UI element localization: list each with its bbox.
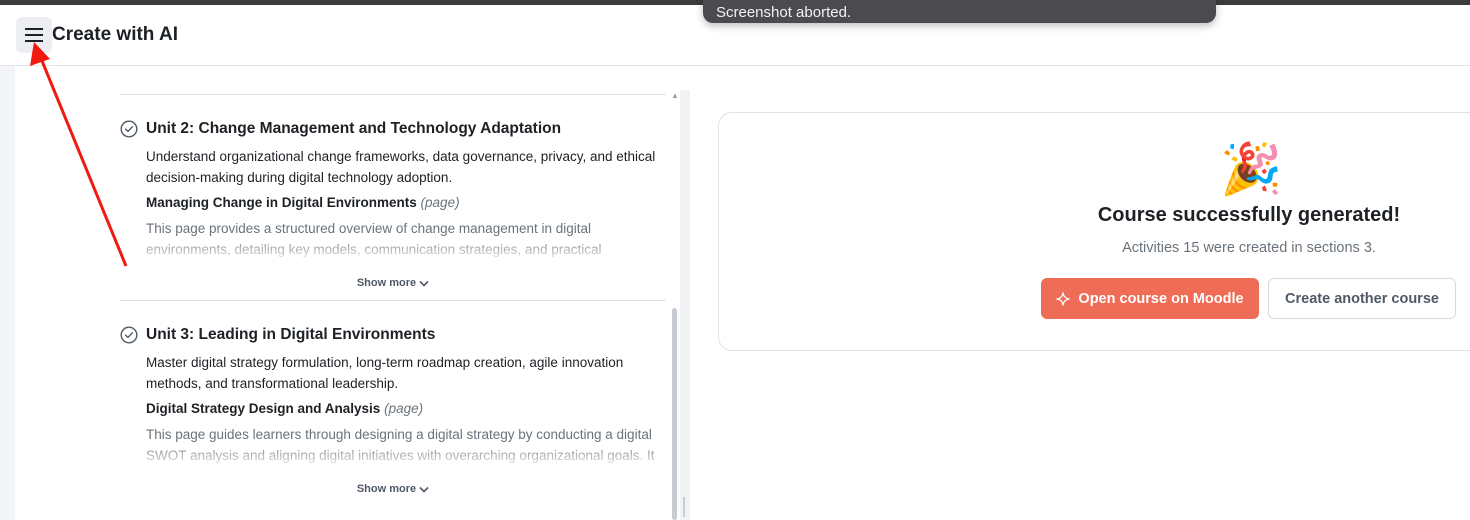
open-course-button[interactable]: Open course on Moodle — [1041, 278, 1259, 319]
sparkle-icon — [1056, 291, 1071, 306]
activity-type: (page) — [384, 401, 424, 416]
menu-toggle-button[interactable] — [16, 17, 52, 53]
section-divider — [120, 94, 666, 95]
panel-scrollbar-track[interactable] — [680, 90, 690, 520]
activity-heading: Managing Change in Digital Environments … — [146, 193, 666, 213]
unit-section: Unit 2: Change Management and Technology… — [120, 119, 666, 260]
unit-title: Unit 2: Change Management and Technology… — [146, 120, 562, 137]
unit-section: Unit 3: Leading in Digital Environments … — [120, 325, 666, 466]
activity-name: Managing Change in Digital Environments — [146, 195, 417, 210]
page-title: Create with AI — [52, 24, 178, 45]
open-course-label: Open course on Moodle — [1078, 290, 1244, 307]
scroll-up-icon[interactable]: ▲ — [671, 91, 679, 100]
result-card: 🎉 Course successfully generated! Activit… — [718, 112, 1470, 351]
show-more-label: Show more — [356, 483, 417, 495]
left-gutter — [0, 66, 15, 520]
chevron-down-icon — [419, 486, 429, 493]
show-more-button[interactable]: Show more — [120, 277, 666, 289]
section-divider — [120, 300, 666, 301]
party-popper-icon: 🎉 — [1220, 141, 1283, 197]
show-more-label: Show more — [356, 277, 417, 289]
activity-name: Digital Strategy Design and Analysis — [146, 401, 381, 416]
activity-description: This page guides learners through design… — [146, 424, 666, 466]
resize-handle[interactable] — [683, 497, 685, 517]
unit-description: Understand organizational change framewo… — [146, 149, 656, 185]
toast-text: Screenshot aborted. — [716, 4, 852, 21]
show-more-button[interactable]: Show more — [120, 483, 666, 495]
panel-scrollbar-thumb[interactable] — [672, 308, 677, 520]
create-another-course-button[interactable]: Create another course — [1268, 278, 1456, 319]
result-subtitle: Activities 15 were created in sections 3… — [1122, 240, 1376, 256]
hamburger-menu-icon — [25, 28, 43, 42]
toast-notification: Screenshot aborted. — [703, 0, 1216, 23]
check-circle-icon — [120, 326, 138, 344]
unit-description: Master digital strategy formulation, lon… — [146, 355, 624, 391]
chevron-down-icon — [419, 280, 429, 287]
activity-description: This page provides a structured overview… — [146, 218, 666, 260]
check-circle-icon — [120, 120, 138, 138]
activity-heading: Digital Strategy Design and Analysis (pa… — [146, 399, 666, 419]
activity-type: (page) — [420, 195, 460, 210]
unit-title: Unit 3: Leading in Digital Environments — [146, 326, 436, 343]
result-title: Course successfully generated! — [1097, 204, 1401, 226]
create-another-label: Create another course — [1285, 290, 1439, 307]
